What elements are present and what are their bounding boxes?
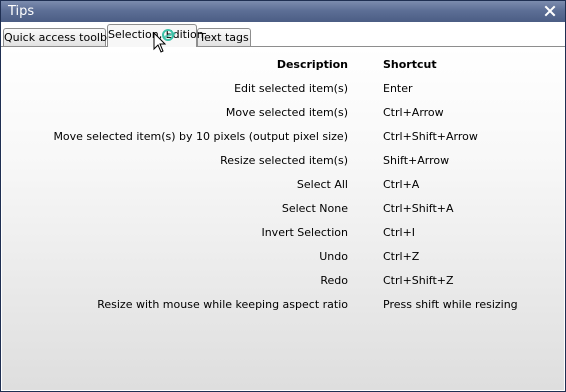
close-icon[interactable] — [543, 4, 557, 18]
shortcut-header: Shortcut — [383, 58, 437, 71]
row-description: Move selected item(s) — [225, 106, 348, 119]
window-title: Tips — [8, 4, 35, 19]
row-shortcut: Ctrl+I — [383, 226, 416, 239]
row-shortcut: Ctrl+Shift+Z — [383, 274, 454, 287]
tab-text-tags[interactable]: Text tags — [197, 28, 251, 46]
table-row: Edit selected item(s) Enter — [2, 80, 564, 98]
tab-label: Text tags — [199, 31, 249, 44]
row-description: Edit selected item(s) — [234, 82, 348, 95]
row-description: Resize with mouse while keeping aspect r… — [97, 298, 348, 311]
table-row: Move selected item(s) Ctrl+Arrow — [2, 104, 564, 122]
table-row: Undo Ctrl+Z — [2, 248, 564, 266]
row-description: Select None — [281, 202, 348, 215]
mouse-pointer-icon — [151, 27, 185, 57]
tab-strip: Quick access toolbar Selection, Edition … — [1, 22, 565, 47]
tips-panel: Description Shortcut Edit selected item(… — [2, 47, 564, 390]
table-row: Redo Ctrl+Shift+Z — [2, 272, 564, 290]
table-row: Move selected item(s) by 10 pixels (outp… — [2, 128, 564, 146]
row-shortcut: Ctrl+A — [383, 178, 420, 191]
title-bar[interactable]: Tips — [1, 1, 565, 22]
row-shortcut: Ctrl+Shift+Arrow — [383, 130, 478, 143]
description-header: Description — [276, 58, 348, 71]
tab-label: Quick access toolbar — [4, 31, 119, 44]
table-row: Resize selected item(s) Shift+Arrow — [2, 152, 564, 170]
row-shortcut: Ctrl+Z — [383, 250, 420, 263]
table-header: Description Shortcut — [2, 56, 564, 74]
table-row: Select None Ctrl+Shift+A — [2, 200, 564, 218]
row-shortcut: Shift+Arrow — [383, 154, 450, 167]
table-row: Select All Ctrl+A — [2, 176, 564, 194]
row-description: Select All — [296, 178, 348, 191]
row-description: Resize selected item(s) — [220, 154, 348, 167]
tips-window: Tips Quick access toolbar Selection, Edi… — [0, 0, 566, 392]
table-row: Resize with mouse while keeping aspect r… — [2, 296, 564, 314]
row-shortcut: Ctrl+Arrow — [383, 106, 444, 119]
row-shortcut: Enter — [383, 82, 413, 95]
row-description: Invert Selection — [261, 226, 348, 239]
row-shortcut: Ctrl+Shift+A — [383, 202, 454, 215]
table-row: Invert Selection Ctrl+I — [2, 224, 564, 242]
row-shortcut: Press shift while resizing — [383, 298, 518, 311]
row-description: Move selected item(s) by 10 pixels (outp… — [53, 130, 348, 143]
row-description: Undo — [319, 250, 348, 263]
tab-quick-access-toolbar[interactable]: Quick access toolbar — [3, 28, 118, 46]
row-description: Redo — [320, 274, 348, 287]
